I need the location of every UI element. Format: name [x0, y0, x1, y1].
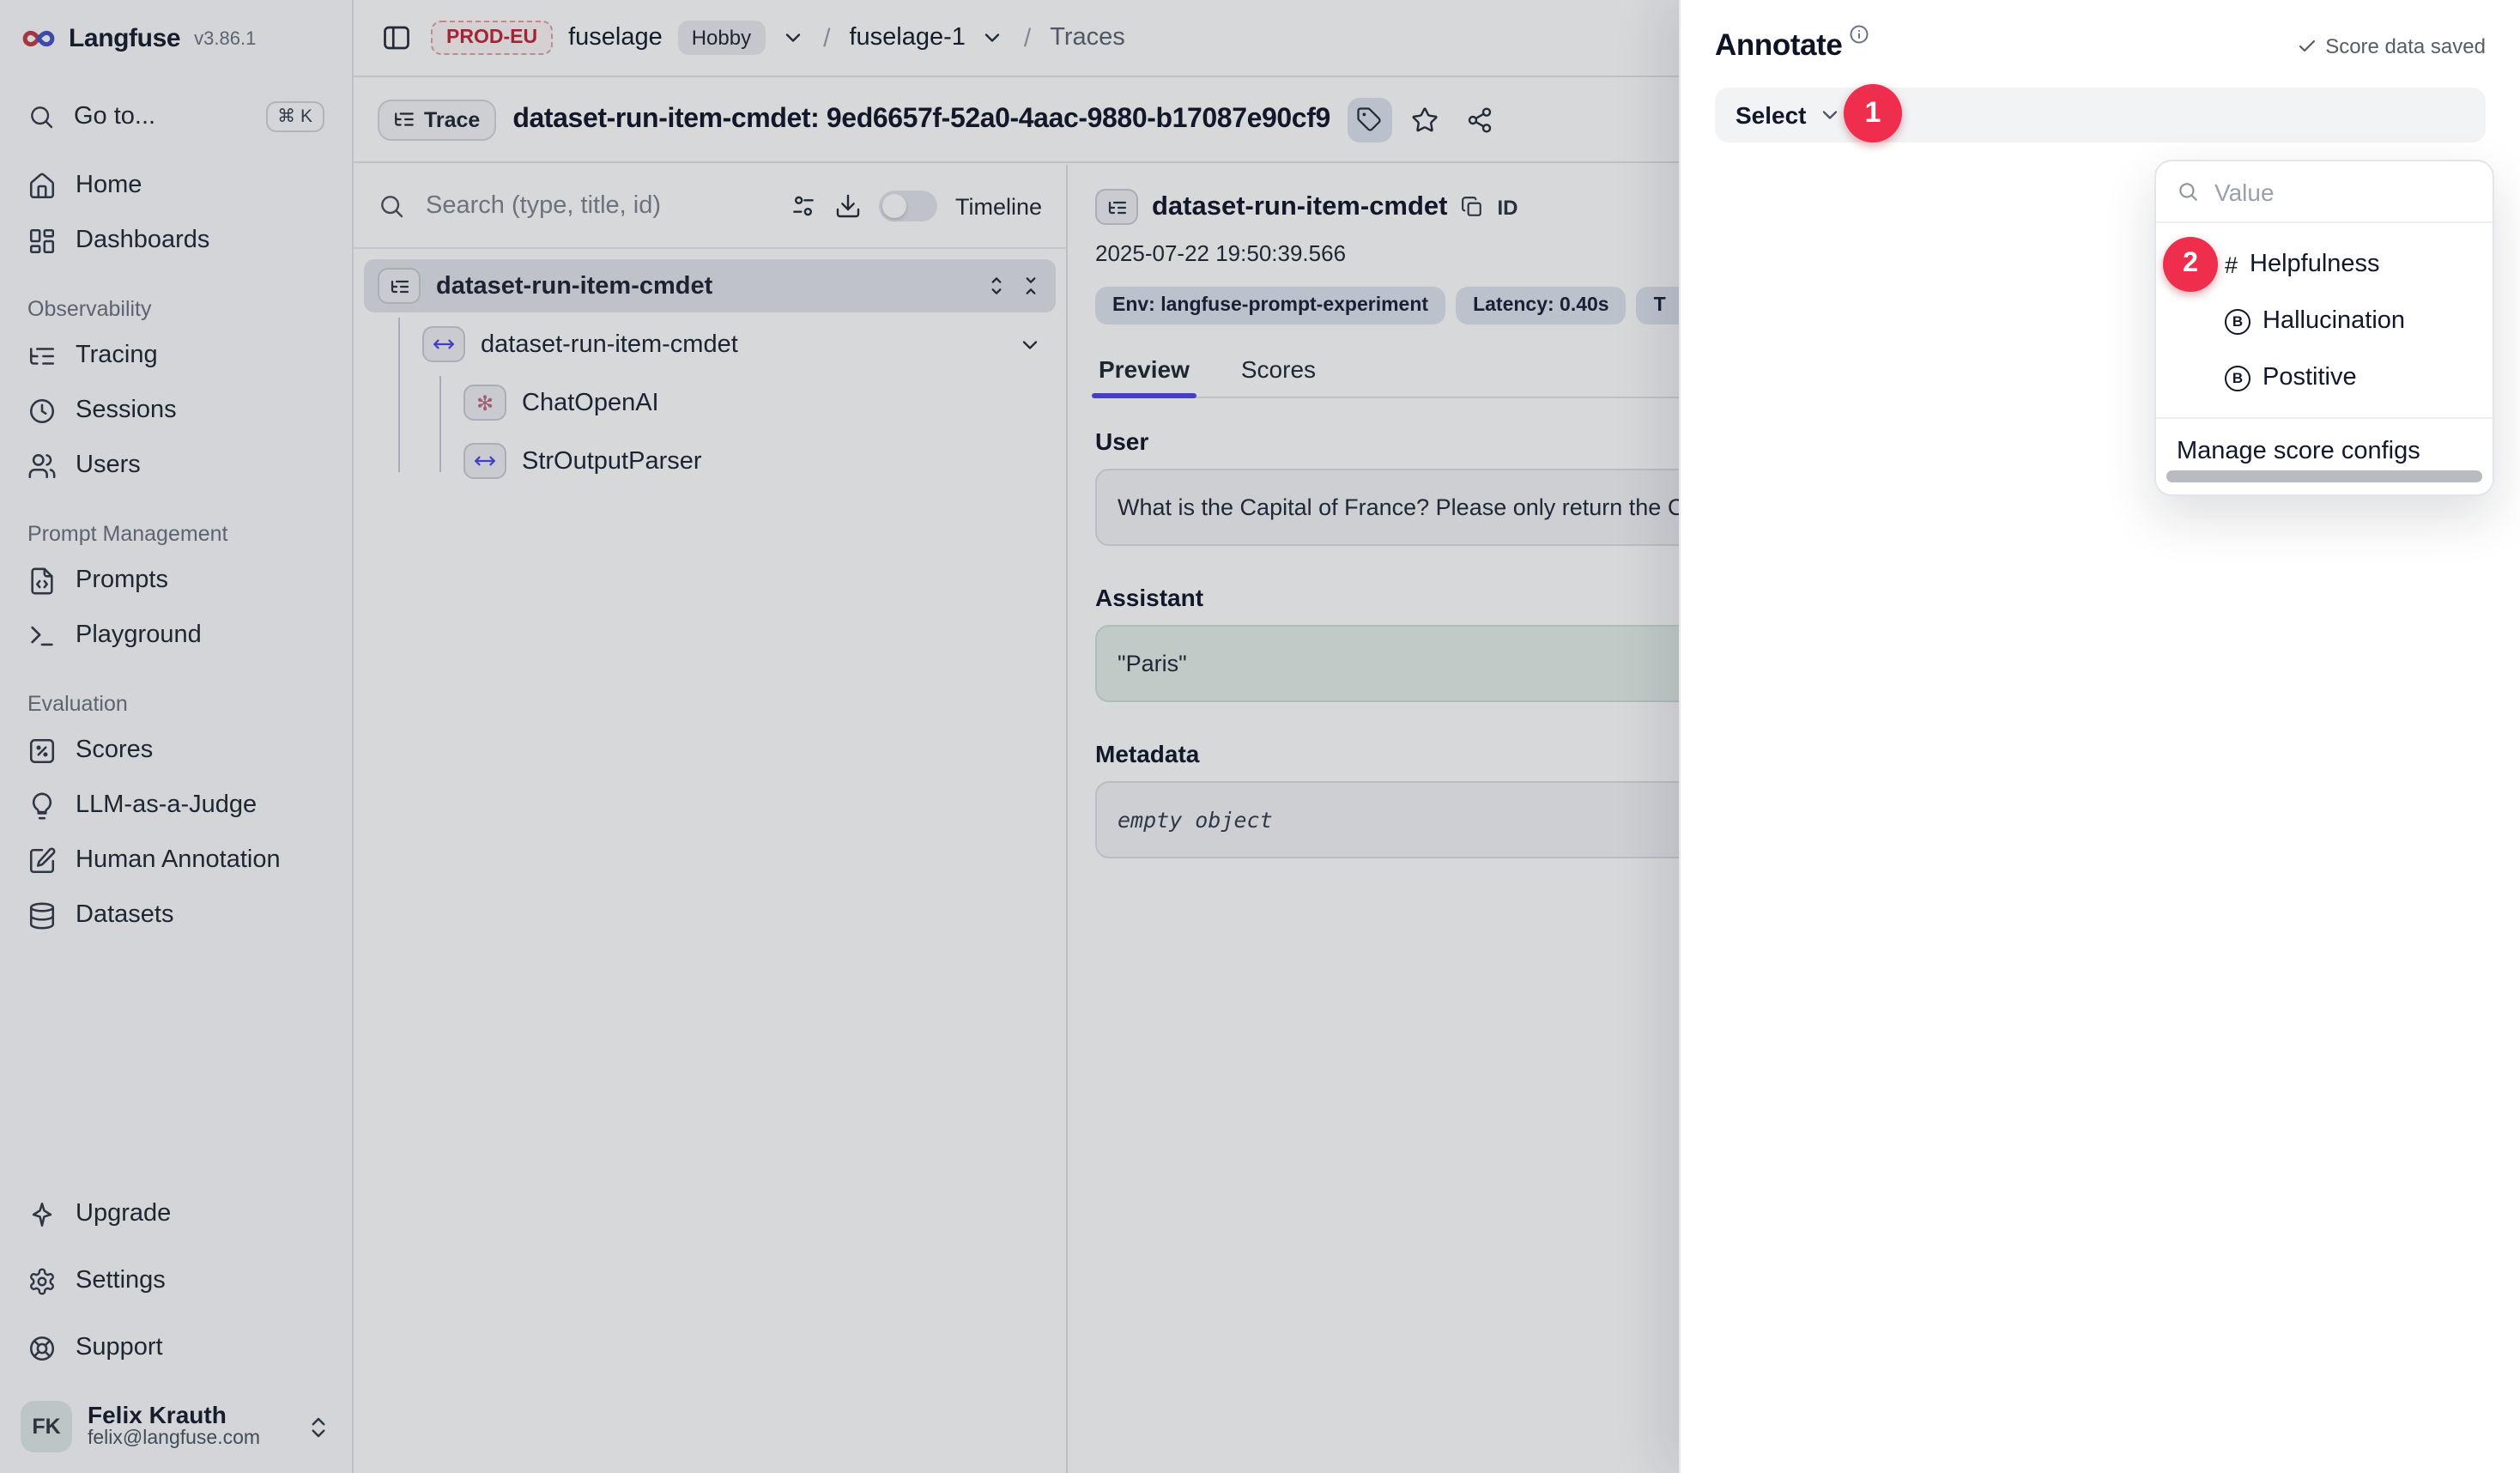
score-option-helpfulness[interactable]: 2 # Helpfulness	[2156, 239, 2493, 290]
app-window: Langfuse v3.86.1 Go to... ⌘ K Home Dashb…	[0, 0, 2520, 1473]
dropdown-scrollbar	[2156, 470, 2493, 488]
info-icon[interactable]	[1849, 24, 1869, 45]
score-option-postitive[interactable]: B Postitive	[2156, 352, 2493, 403]
save-status: Score data saved	[2296, 34, 2486, 58]
chevron-down-icon	[1819, 103, 1843, 127]
annotate-title: Annotate	[1715, 27, 1842, 64]
step-marker-1: 1	[1844, 84, 1902, 142]
divider	[2156, 417, 2493, 419]
boolean-type-icon: B	[2225, 308, 2250, 334]
score-option-hallucination[interactable]: B Hallucination	[2156, 295, 2493, 347]
score-option-label: Postitive	[2263, 364, 2357, 391]
score-config-dropdown: 2 # Helpfulness B Hallucination B Postit…	[2154, 160, 2494, 496]
check-icon	[2296, 36, 2317, 57]
step-marker-2: 2	[2163, 237, 2218, 292]
numeric-type-icon: #	[2225, 252, 2238, 277]
search-icon	[2177, 180, 2199, 203]
score-select-trigger[interactable]: Select 1	[1715, 88, 2486, 142]
score-option-label: Hallucination	[2263, 307, 2405, 335]
drawer-overlay	[0, 0, 1679, 1473]
score-option-label: Helpfulness	[2250, 251, 2380, 278]
scrollbar-thumb[interactable]	[2166, 470, 2482, 482]
score-search-input[interactable]	[2211, 176, 2472, 207]
annotate-drawer: Annotate Score data saved Select 1 2 # H…	[1679, 0, 2520, 1473]
boolean-type-icon: B	[2225, 365, 2250, 391]
